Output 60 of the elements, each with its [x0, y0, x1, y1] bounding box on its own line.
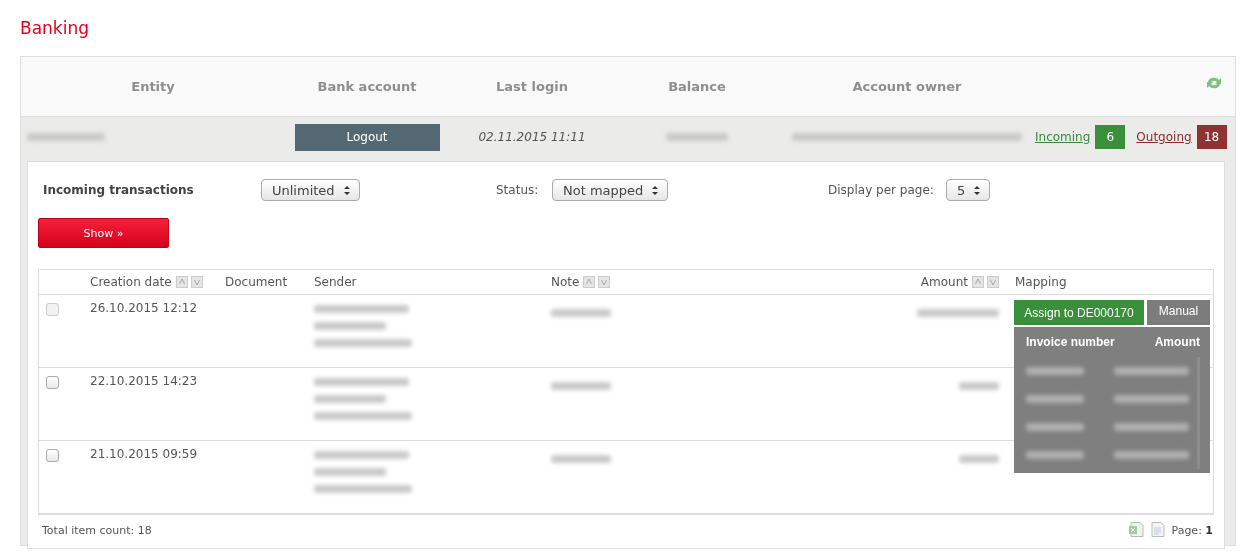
- show-button[interactable]: Show »: [38, 218, 169, 248]
- column-header: Invoice number: [1026, 335, 1115, 349]
- status-label: Status:: [496, 183, 540, 197]
- column-header: Sender: [313, 275, 358, 289]
- creation-date: 21.10.2015 09:59: [89, 446, 199, 463]
- redacted-text: [1026, 395, 1084, 403]
- incoming-count: 6: [1095, 125, 1126, 149]
- redacted-text: [314, 395, 386, 403]
- document-export-icon[interactable]: [1149, 522, 1166, 538]
- select-value: 5: [957, 182, 966, 198]
- column-label: Amount: [920, 275, 968, 289]
- column-header: Account owner: [852, 79, 962, 94]
- row-checkbox[interactable]: [46, 449, 59, 462]
- column-header: Amount: [1154, 335, 1200, 349]
- updown-caret-icon: [651, 184, 660, 196]
- column-header: Entity: [131, 79, 175, 94]
- creation-date: 22.10.2015 14:23: [89, 373, 199, 390]
- sort-arrows-icon[interactable]: [175, 276, 203, 288]
- column-header: Balance: [668, 79, 726, 94]
- outgoing-count: 18: [1196, 125, 1227, 149]
- column-header: Bank account: [317, 79, 417, 94]
- redacted-text: [551, 381, 611, 390]
- period-select[interactable]: Unlimited: [261, 179, 360, 201]
- per-page-label: Display per page:: [828, 183, 935, 197]
- updown-caret-icon: [342, 184, 351, 196]
- last-login: 02.11.2015 11:11: [478, 130, 586, 144]
- sort-arrows-icon[interactable]: [583, 276, 611, 288]
- page-title: Banking: [20, 18, 90, 38]
- per-page-select[interactable]: 5: [946, 179, 991, 201]
- redacted-text: [959, 454, 999, 463]
- select-value: Unlimited: [272, 182, 335, 198]
- total-count: Total item count: 18: [42, 523, 152, 537]
- sort-arrows-icon[interactable]: [972, 276, 999, 288]
- outgoing-link[interactable]: Outgoing: [1136, 130, 1192, 144]
- select-value: Not mapped: [563, 182, 644, 198]
- redacted-text: [1026, 423, 1084, 431]
- redacted-text: [1026, 367, 1084, 375]
- redacted-text: [314, 322, 386, 330]
- assign-button[interactable]: Assign to DE000170: [1014, 300, 1144, 325]
- column-label: Creation date: [90, 275, 172, 289]
- manual-button[interactable]: Manual: [1147, 300, 1210, 325]
- redacted-text: [1026, 451, 1084, 459]
- section-title: Incoming transactions: [43, 183, 195, 197]
- logout-button[interactable]: Logout: [294, 123, 440, 151]
- row-checkbox[interactable]: [46, 376, 59, 389]
- column-label: Note: [551, 275, 580, 289]
- incoming-link[interactable]: Incoming: [1035, 130, 1091, 144]
- column-header: Last login: [496, 79, 568, 94]
- redacted-text: [551, 454, 611, 463]
- status-select[interactable]: Not mapped: [552, 179, 669, 201]
- spreadsheet-export-icon[interactable]: [1127, 522, 1144, 538]
- page-indicator: Page: 1: [1171, 523, 1213, 537]
- creation-date: 26.10.2015 12:12: [89, 300, 199, 317]
- updown-caret-icon: [973, 184, 982, 196]
- column-header: Document: [224, 275, 289, 289]
- column-header: Mapping: [1014, 275, 1068, 289]
- redacted-text: [551, 308, 611, 317]
- redacted-text: [314, 468, 386, 476]
- redacted-text: [666, 133, 728, 141]
- redacted-text: [959, 381, 999, 390]
